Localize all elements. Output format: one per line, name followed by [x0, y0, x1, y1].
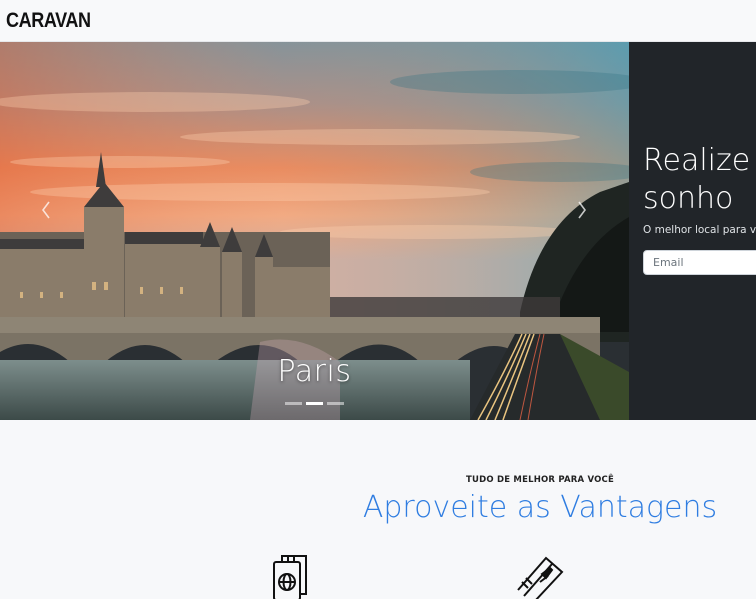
chevron-left-icon [42, 201, 50, 219]
carousel-indicators [0, 402, 629, 405]
benefits-title: Aproveite as Vantagens [362, 490, 718, 525]
signup-subtitle: O melhor local para viajar [643, 224, 756, 236]
benefits-eyebrow: TUDO DE MELHOR PARA VOCÊ [466, 475, 614, 485]
signup-panel: Realize a sonho O melhor local para viaj… [629, 42, 756, 420]
chevron-right-icon [578, 201, 586, 219]
brand-logo[interactable]: CARAVAN [6, 9, 91, 33]
plane-ticket-icon [512, 552, 566, 599]
navbar: CARAVAN [0, 0, 756, 42]
hero-carousel[interactable]: Paris [0, 42, 629, 420]
carousel-indicator-1[interactable] [285, 402, 302, 405]
slide-caption: Paris [277, 354, 352, 389]
signup-title-line-2: sonho [643, 181, 734, 216]
carousel-indicator-2[interactable] [306, 402, 323, 405]
passport-icon [270, 552, 310, 599]
carousel-indicator-3[interactable] [327, 402, 344, 405]
signup-title: Realize a sonho [643, 142, 756, 218]
signup-title-line-1: Realize a [643, 143, 756, 178]
carousel-prev-button[interactable] [36, 196, 56, 224]
email-field[interactable] [643, 250, 756, 275]
carousel-next-button[interactable] [572, 196, 592, 224]
